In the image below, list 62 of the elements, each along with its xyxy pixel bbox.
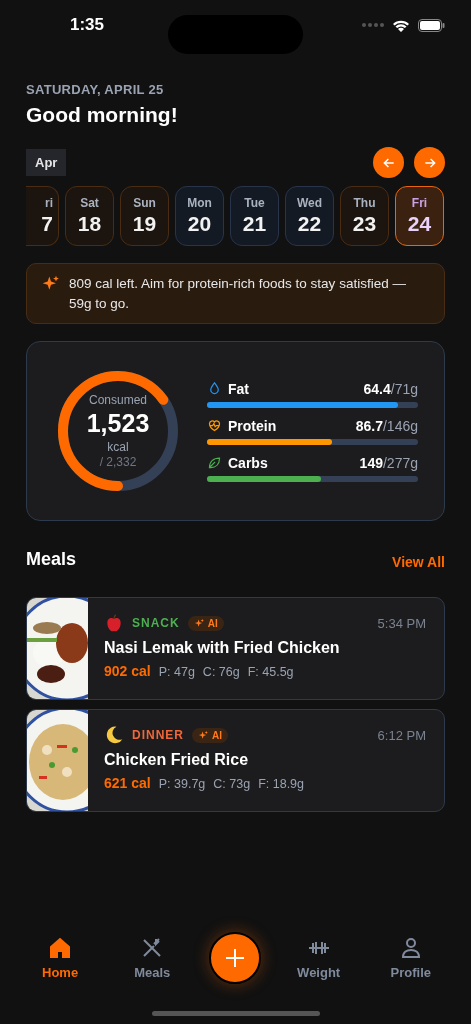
day-chip[interactable]: Mon 20 <box>175 186 224 246</box>
month-label: Apr <box>26 149 67 176</box>
add-button[interactable] <box>209 932 262 984</box>
drop-icon <box>207 381 222 396</box>
meal-fat: F: 18.9g <box>258 777 304 791</box>
calorie-value: 1,523 <box>86 409 150 438</box>
meal-protein: P: 39.7g <box>158 777 206 791</box>
moon-icon <box>104 725 124 745</box>
meal-card[interactable]: SNACK AI 5:34 PM Nasi Lemak with Fried Chicken 902 cal P: 47g C: 76g F: 45.5g <box>26 597 445 700</box>
macro-name: Fat <box>228 380 250 397</box>
date-label: SATURDAY, APRIL 25 <box>26 82 165 97</box>
plus-icon <box>225 948 246 968</box>
nav-tab[interactable]: Meals <box>117 936 188 980</box>
ai-badge: AI <box>192 727 228 743</box>
macro-name: Protein <box>228 417 278 434</box>
heart-pulse-icon <box>207 418 222 433</box>
day-chip[interactable]: Sat 18 <box>65 186 114 246</box>
meal-time: 5:34 PM <box>377 615 426 631</box>
meal-carbs: C: 76g <box>202 665 240 679</box>
meal-protein: P: 47g <box>158 665 195 679</box>
day-chip[interactable]: ri 7 <box>26 186 59 246</box>
wifi-icon <box>392 18 410 32</box>
sparkle-icon <box>193 617 205 629</box>
unit-label: kcal <box>107 440 129 454</box>
consumed-label: Consumed <box>89 393 147 407</box>
macro-amount: 149/277g <box>359 454 418 471</box>
meal-name: Chicken Fried Rice <box>104 751 250 769</box>
leaf-icon <box>207 455 222 470</box>
meal-time: 6:12 PM <box>377 727 426 743</box>
next-button[interactable] <box>414 147 445 178</box>
meal-name: Nasi Lemak with Fried Chicken <box>104 639 341 657</box>
apple-icon <box>104 613 124 633</box>
meal-carbs: C: 73g <box>213 777 251 791</box>
meal-calories: 621 cal <box>104 775 151 791</box>
greeting-title: Good morning! <box>26 103 179 127</box>
day-chip[interactable]: Wed 22 <box>285 186 334 246</box>
meal-card[interactable]: DINNER AI 6:12 PM Chicken Fried Rice 621 cal P: 39.7g C: 73g F: 18.9g <box>26 709 445 812</box>
nav-tab[interactable]: Profile <box>375 936 446 980</box>
macro-amount: 64.4/71g <box>363 380 418 397</box>
sparkle-icon <box>198 729 209 741</box>
signal-icon <box>362 22 384 28</box>
battery-icon <box>418 18 445 32</box>
day-chip[interactable]: Sun 19 <box>120 186 169 246</box>
home-icon <box>48 936 73 960</box>
goal-label: / 2,332 <box>99 455 137 469</box>
nav-tab[interactable]: Home <box>25 936 96 980</box>
previous-button[interactable] <box>373 147 404 178</box>
day-chip[interactable]: Fri 24 <box>395 186 444 246</box>
macro-amount: 86.7/146g <box>355 417 418 434</box>
meal-category: SNACK <box>132 616 180 630</box>
meal-category: DINNER <box>132 728 184 742</box>
view-all-link[interactable]: View All <box>392 554 445 570</box>
meals-title: Meals <box>26 549 77 570</box>
nav-tab[interactable]: Weight <box>283 936 354 980</box>
status-time: 1:35 <box>70 15 105 35</box>
tip-text: 809 cal left. Aim for protein-rich foods to stay satisfied — 59g to go. <box>69 275 407 313</box>
macro-name: Carbs <box>228 454 269 471</box>
ai-badge: AI <box>187 615 224 631</box>
meal-fat: F: 45.5g <box>247 665 294 679</box>
meal-calories: 902 cal <box>104 663 151 679</box>
day-chip[interactable]: Tue 21 <box>230 186 279 246</box>
day-chip[interactable]: Thu 23 <box>340 186 389 246</box>
